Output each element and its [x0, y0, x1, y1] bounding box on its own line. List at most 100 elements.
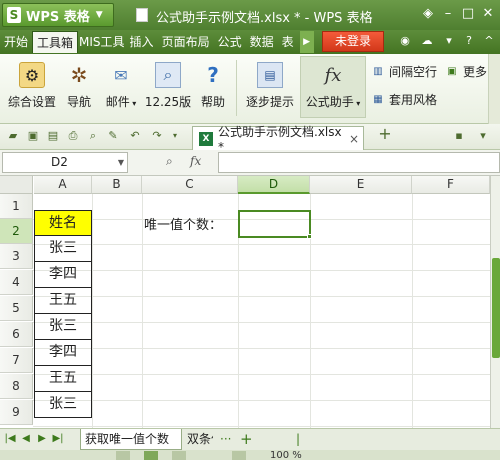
- help-button[interactable]: ? 帮助: [198, 58, 228, 118]
- pdf-icon[interactable]: ▤: [46, 129, 60, 143]
- menu-mis-tools[interactable]: MIS工具: [78, 31, 126, 53]
- column-header-e[interactable]: E: [310, 176, 412, 194]
- normal-view-icon[interactable]: [116, 451, 130, 460]
- column-header-a[interactable]: A: [34, 176, 92, 194]
- login-button[interactable]: 未登录: [322, 31, 384, 52]
- menu-table[interactable]: 表: [278, 31, 298, 53]
- row-header-6[interactable]: 6: [0, 322, 33, 347]
- tab-menu-icon[interactable]: ▾: [476, 129, 490, 143]
- cell-a8[interactable]: 王五: [34, 366, 92, 392]
- print-preview-icon[interactable]: ⌕: [86, 129, 100, 143]
- close-tab-icon[interactable]: ×: [349, 132, 363, 146]
- column-header-d[interactable]: D: [238, 176, 310, 194]
- gridline: [33, 270, 490, 271]
- skin-icon[interactable]: ◈: [420, 6, 436, 22]
- minimize-icon[interactable]: –: [440, 6, 456, 22]
- shield-icon[interactable]: ◉: [398, 34, 412, 48]
- menu-data[interactable]: 数据: [246, 31, 278, 53]
- gridline: [33, 322, 490, 323]
- column-header-f[interactable]: F: [412, 176, 490, 194]
- vertical-scrollbar[interactable]: [490, 176, 500, 428]
- sheet-tab-double-condition[interactable]: 双条件: [183, 429, 213, 450]
- next-sheet-icon[interactable]: ▶: [36, 432, 48, 446]
- gridline: [33, 296, 490, 297]
- menu-formula[interactable]: 公式: [214, 31, 246, 53]
- first-sheet-icon[interactable]: |◀: [4, 432, 16, 446]
- scrollbar-thumb[interactable]: [492, 258, 500, 358]
- cell-a4[interactable]: 李四: [34, 262, 92, 288]
- format-painter-icon[interactable]: ✎: [106, 129, 120, 143]
- column-header-b[interactable]: B: [92, 176, 142, 194]
- close-icon[interactable]: ✕: [480, 6, 496, 22]
- sheet-tab-active[interactable]: 获取唯一值个数: [80, 429, 182, 450]
- apply-style-button[interactable]: ▦ 套用风格: [370, 88, 437, 110]
- wheel-icon: ✲: [70, 63, 88, 87]
- cell-c2-label[interactable]: 唯一值个数：: [144, 214, 222, 238]
- more-button[interactable]: ▣ 更多: [444, 60, 487, 82]
- sheet-list-icon[interactable]: |: [296, 432, 300, 446]
- row-header-3[interactable]: 3: [0, 244, 33, 269]
- settings-button[interactable]: ⚙ 综合设置: [6, 58, 58, 118]
- menu-toolbox[interactable]: 工具箱: [32, 31, 79, 53]
- row-header-2[interactable]: 2: [0, 219, 33, 244]
- mail-button[interactable]: ✉ 邮件 ▾: [100, 58, 142, 118]
- quickbar-dropdown-icon[interactable]: ▾: [168, 129, 182, 143]
- document-tab[interactable]: X 公式助手示例文档.xlsx * ×: [192, 125, 364, 154]
- select-all-corner[interactable]: [0, 176, 33, 194]
- row-header-1[interactable]: 1: [0, 194, 33, 219]
- redo-icon[interactable]: ↷: [150, 129, 164, 143]
- help-icon[interactable]: ?: [462, 34, 476, 48]
- ribbon-scroll[interactable]: [488, 54, 500, 124]
- help-icon: ?: [207, 63, 219, 87]
- row-header-7[interactable]: 7: [0, 348, 33, 373]
- cell-a2-header[interactable]: 姓名: [34, 210, 92, 236]
- fx-icon[interactable]: fx: [190, 154, 201, 168]
- step-tip-button[interactable]: ▤ 逐步提示: [243, 58, 297, 118]
- cell-a7[interactable]: 李四: [34, 340, 92, 366]
- save-icon[interactable]: ▣: [26, 129, 40, 143]
- title-bar: S WPS 表格 ▼ 公式助手示例文档.xlsx * - WPS 表格 ◈ – …: [0, 0, 500, 30]
- spreadsheet-grid: A B C D E F 1 2 3 4 5 6 7 8 9 姓名 张三 李四 王…: [0, 176, 490, 428]
- interval-row-button[interactable]: ▥ 间隔空行: [370, 60, 437, 82]
- collapse-ribbon-icon[interactable]: ^: [482, 34, 496, 48]
- formula-assistant-button[interactable]: fx 公式助手 ▾: [302, 58, 364, 118]
- row-header-5[interactable]: 5: [0, 296, 33, 321]
- tab-list-icon[interactable]: ▪: [452, 129, 466, 143]
- menu-page-layout[interactable]: 页面布局: [158, 31, 214, 53]
- print-icon[interactable]: ⎙: [66, 129, 80, 143]
- caret-down-icon: ▼: [95, 10, 103, 20]
- menu-home[interactable]: 开始: [0, 31, 32, 53]
- version-button[interactable]: ⌕ 12.25版: [144, 58, 192, 118]
- cell-a6[interactable]: 张三: [34, 314, 92, 340]
- formula-input[interactable]: [218, 152, 500, 173]
- fill-handle[interactable]: [307, 234, 312, 239]
- cell-a9[interactable]: 张三: [34, 392, 92, 418]
- shirt-icon[interactable]: ▾: [442, 34, 456, 48]
- cell-a3[interactable]: 张三: [34, 236, 92, 262]
- more-sheets-icon[interactable]: ···: [220, 432, 231, 446]
- new-tab-icon[interactable]: +: [378, 126, 392, 142]
- name-box[interactable]: D2 ▼: [2, 152, 128, 173]
- active-cell-d2[interactable]: [238, 210, 311, 238]
- page-layout-view-icon[interactable]: [144, 451, 158, 460]
- prev-sheet-icon[interactable]: ◀: [20, 432, 32, 446]
- last-sheet-icon[interactable]: ▶|: [52, 432, 64, 446]
- zoom-search-icon[interactable]: ⌕: [166, 154, 173, 169]
- cloud-icon[interactable]: ☁: [420, 34, 434, 48]
- gridline: [33, 374, 490, 375]
- menu-scroll-right-icon[interactable]: ▶: [299, 31, 314, 53]
- zoom-out-icon[interactable]: [232, 451, 246, 460]
- row-header-9[interactable]: 9: [0, 400, 33, 425]
- row-header-8[interactable]: 8: [0, 374, 33, 399]
- navigate-button[interactable]: ✲ 导航: [64, 58, 94, 118]
- page-break-view-icon[interactable]: [172, 451, 186, 460]
- row-header-4[interactable]: 4: [0, 270, 33, 295]
- add-sheet-icon[interactable]: +: [240, 430, 253, 448]
- open-folder-icon[interactable]: ▰: [6, 129, 20, 143]
- undo-icon[interactable]: ↶: [128, 129, 142, 143]
- wps-app-menu-button[interactable]: S WPS 表格 ▼: [2, 3, 114, 27]
- maximize-icon[interactable]: □: [460, 6, 476, 22]
- column-header-c[interactable]: C: [142, 176, 238, 194]
- cell-a5[interactable]: 王五: [34, 288, 92, 314]
- menu-insert[interactable]: 插入: [126, 31, 158, 53]
